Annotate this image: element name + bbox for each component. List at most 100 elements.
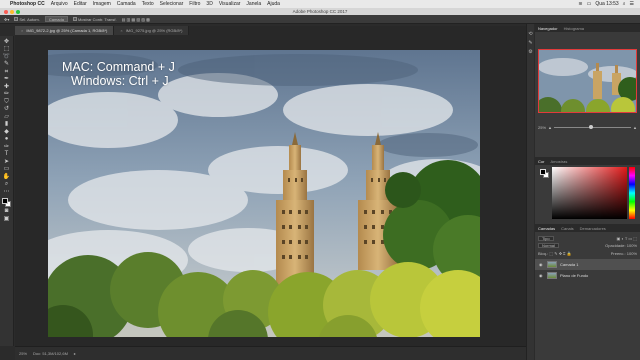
zoom-window-button[interactable] (16, 9, 20, 14)
close-tab-icon[interactable]: × (21, 28, 23, 33)
tab-color[interactable]: Cor (538, 159, 544, 164)
menu-arquivo[interactable]: Arquivo (51, 1, 68, 7)
foreground-color-swatch[interactable] (1, 197, 8, 204)
marquee-tool-icon[interactable]: ⬚ (2, 46, 11, 54)
mac-menubar: Photoshop CC Arquivo Editar Imagem Camad… (0, 0, 640, 8)
layer-row-background[interactable]: ◉ Plano de Fundo (535, 270, 640, 281)
zoom-out-icon[interactable]: ▲ (548, 125, 552, 130)
navigator-tabs: Navegador Histograma (535, 24, 640, 32)
menu-filtro[interactable]: Filtro (189, 1, 200, 7)
lock-label: Bloq.: (538, 250, 549, 256)
search-icon[interactable]: ⌕ (623, 1, 626, 7)
tab-document-2[interactable]: × IMG_9275.jpg @ 25% (RGB/8*) (114, 26, 190, 35)
menu-visualizar[interactable]: Visualizar (219, 1, 241, 7)
close-tab-icon[interactable]: × (120, 28, 122, 33)
layer-filter-kind[interactable]: Tipo (538, 235, 554, 241)
zoom-slider-knob[interactable] (588, 124, 593, 129)
layers-panel-header: Camadas Canais Demarcadores (535, 224, 640, 232)
fill-value[interactable]: 100% (627, 251, 637, 256)
path-select-tool-icon[interactable]: ➤ (2, 158, 11, 166)
hand-tool-icon[interactable]: ✋ (2, 173, 11, 181)
type-tool-icon[interactable]: T (2, 151, 11, 159)
more-tools-icon[interactable]: ⋯ (2, 188, 11, 196)
color-panel-fg-swatch[interactable] (540, 169, 546, 175)
document-image[interactable]: MAC: Command + J Windows: Ctrl + J (48, 50, 480, 337)
tab-layers[interactable]: Camadas (538, 226, 555, 231)
clone-stamp-tool-icon[interactable]: ⛉ (2, 98, 11, 106)
menu-3d[interactable]: 3D (206, 1, 212, 7)
tab-histogram[interactable]: Histograma (564, 26, 584, 31)
status-menu-icon[interactable]: ▸ (74, 351, 76, 356)
zoom-in-icon[interactable]: ▲ (633, 125, 637, 130)
visibility-eye-icon[interactable]: ◉ (539, 273, 544, 278)
battery-icon[interactable]: ▭ (587, 1, 592, 7)
zoom-tool-icon[interactable]: ⌕ (2, 181, 11, 189)
move-tool-icon[interactable]: ✥ (2, 38, 11, 46)
lasso-tool-icon[interactable]: ➰ (2, 53, 11, 61)
visibility-eye-icon[interactable]: ◉ (539, 262, 544, 267)
auto-select-checkbox[interactable]: Sel. Autom. (14, 17, 40, 22)
pen-tool-icon[interactable]: ✑ (2, 143, 11, 151)
navigator-zoom-value[interactable]: 25% (538, 125, 546, 130)
move-tool-preset-icon[interactable]: ✥▾ (4, 17, 9, 22)
zoom-slider[interactable] (553, 124, 632, 129)
eraser-tool-icon[interactable]: ▱ (2, 113, 11, 121)
layer-name[interactable]: Plano de Fundo (560, 273, 588, 278)
color-panel-swatches[interactable] (540, 169, 550, 179)
clock[interactable]: Qua 13:53 (595, 1, 618, 7)
tab-navigator[interactable]: Navegador (538, 26, 558, 31)
tab-channels[interactable]: Canais (561, 226, 573, 231)
dodge-tool-icon[interactable]: ● (2, 136, 11, 144)
menu-texto[interactable]: Texto (142, 1, 154, 7)
layer-filter-icons[interactable]: ▣ ◐ T ▭ ⬚ (617, 236, 638, 241)
opacity-label: Opacidade: (605, 243, 626, 248)
blend-mode-dropdown[interactable]: Normal (538, 243, 559, 248)
crop-tool-icon[interactable]: ⌗ (2, 68, 11, 76)
quick-select-tool-icon[interactable]: ✎ (2, 61, 11, 69)
tab-document-1[interactable]: × IMG_9872-2.jpg @ 25% (Camada 1, RGB/8*) (15, 26, 115, 35)
menu-ajuda[interactable]: Ajuda (267, 1, 280, 7)
quick-mask-icon[interactable]: ◙ (2, 208, 11, 216)
close-window-button[interactable] (4, 9, 8, 14)
fill-label: Preenc.: (610, 250, 626, 256)
hue-slider[interactable] (629, 167, 635, 219)
menu-list-icon[interactable]: ☰ (630, 1, 634, 7)
minimize-window-button[interactable] (10, 9, 14, 14)
saturation-brightness-field[interactable] (552, 167, 627, 219)
eyedropper-tool-icon[interactable]: ✒ (2, 76, 11, 84)
layer-name[interactable]: Camada 1 (560, 262, 578, 267)
doc-size[interactable]: Doc: 51,3M/102,6M (33, 351, 68, 356)
blur-tool-icon[interactable]: ◆ (2, 128, 11, 136)
healing-brush-tool-icon[interactable]: ✚ (2, 83, 11, 91)
menu-camada[interactable]: Camada (117, 1, 136, 7)
color-panel-header: Cor Amostras (535, 157, 640, 165)
opacity-value[interactable]: 100% (627, 243, 637, 248)
color-swatches[interactable] (1, 197, 12, 208)
history-panel-icon[interactable]: ⟲ (528, 31, 532, 37)
properties-panel-icon[interactable]: ✎ (528, 40, 532, 46)
wifi-icon[interactable]: ≋ (578, 1, 582, 7)
gradient-tool-icon[interactable]: ▮ (2, 121, 11, 129)
history-brush-tool-icon[interactable]: ↺ (2, 106, 11, 114)
layer-row-camada-1[interactable]: ◉ Camada 1 (535, 259, 640, 270)
shape-tool-icon[interactable]: ▭ (2, 166, 11, 174)
menu-editar[interactable]: Editar (74, 1, 87, 7)
menu-imagem[interactable]: Imagem (93, 1, 111, 7)
brush-tool-icon[interactable]: ✏ (2, 91, 11, 99)
navigator-thumbnail[interactable] (538, 49, 637, 113)
brush-panel-icon[interactable]: ⚙ (528, 49, 532, 55)
tab-swatches[interactable]: Amostras (550, 159, 567, 164)
menu-janela[interactable]: Janela (246, 1, 261, 7)
align-icons[interactable]: ▤ ▥ ▦ ▧ ▨ ▩ (122, 17, 150, 22)
navigator-view-frame[interactable] (538, 49, 637, 113)
screen-mode-icon[interactable]: ▣ (2, 215, 11, 223)
zoom-level[interactable]: 25% (19, 351, 27, 356)
lock-icons[interactable]: ⬚ ✎ ✥ ⌗ 🔒 (549, 251, 571, 256)
show-transform-checkbox[interactable]: Mostrar Contr. Transf. (72, 17, 117, 22)
auto-select-target-dropdown[interactable]: Camada (44, 16, 68, 22)
app-name-menu[interactable]: Photoshop CC (10, 1, 45, 7)
tab-label: IMG_9275.jpg @ 25% (RGB/8*) (125, 28, 183, 33)
tab-paths[interactable]: Demarcadores (580, 226, 606, 231)
menu-selecionar[interactable]: Selecionar (160, 1, 184, 7)
canvas-area[interactable]: MAC: Command + J Windows: Ctrl + J (15, 35, 526, 346)
